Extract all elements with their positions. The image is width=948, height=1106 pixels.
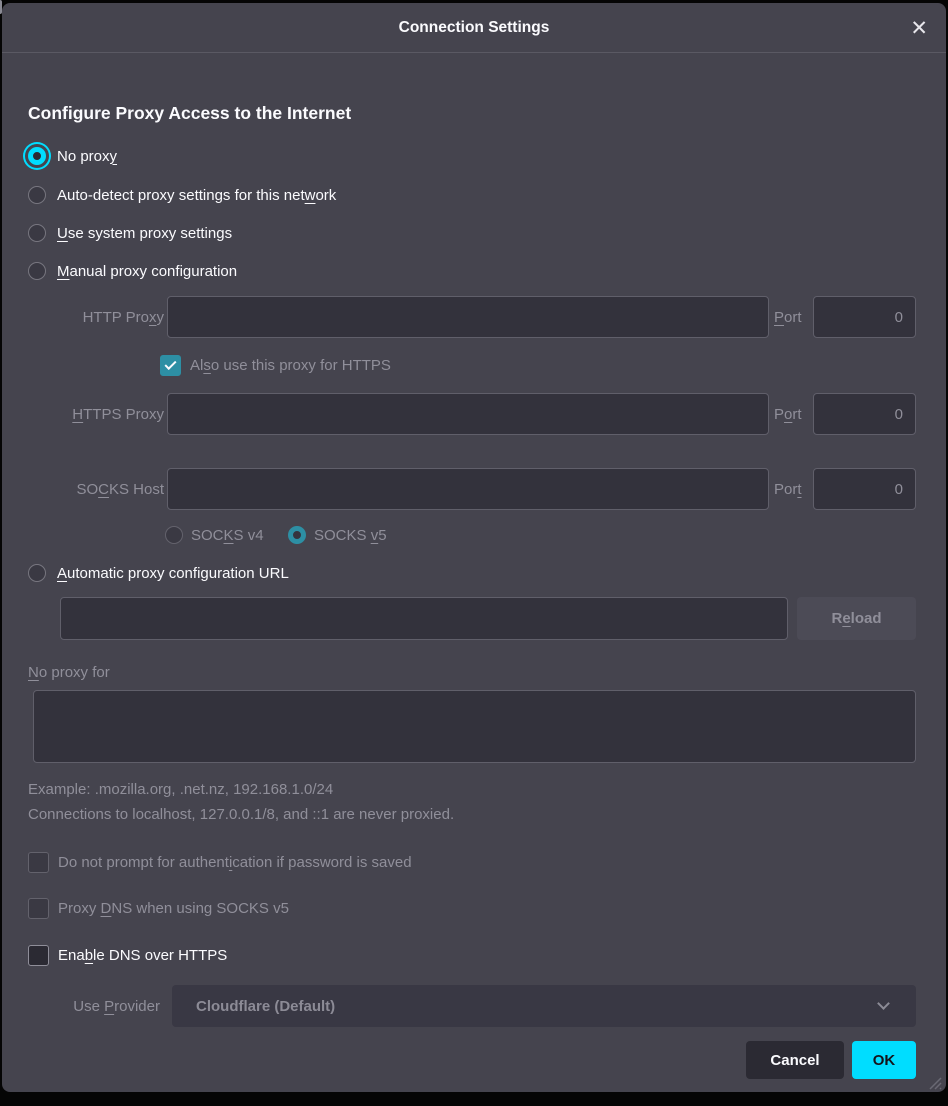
example-note: Example: .mozilla.org, .net.nz, 192.168.…	[28, 779, 333, 799]
radio-manual-proxy[interactable]	[28, 262, 46, 280]
radio-row-manual-proxy: Manual proxy configuration	[28, 259, 237, 283]
socks-host-label: SOCKS Host	[28, 468, 164, 510]
radio-socks-v5[interactable]	[288, 526, 306, 544]
radio-label-socks-v4: SOCKS v4	[191, 527, 264, 544]
radio-row-no-proxy: No proxy	[28, 144, 117, 168]
https-proxy-input[interactable]	[167, 393, 769, 435]
connection-settings-dialog: Connection Settings ✕ Configure Proxy Ac…	[2, 3, 946, 1092]
radio-socks-v4[interactable]	[165, 526, 183, 544]
also-https-checkbox[interactable]	[160, 355, 181, 376]
http-port-input[interactable]	[813, 296, 916, 338]
dialog-title: Connection Settings	[399, 19, 550, 37]
radio-label-manual-proxy: Manual proxy configuration	[57, 263, 237, 280]
socks-port-label: Port	[774, 468, 802, 510]
proxy-dns-row: Proxy DNS when using SOCKS v5	[28, 897, 289, 920]
use-provider-label: Use Provider	[28, 985, 160, 1027]
also-https-row: Also use this proxy for HTTPS	[160, 354, 391, 377]
socks-host-input[interactable]	[167, 468, 769, 510]
page-title: Configure Proxy Access to the Internet	[28, 103, 351, 124]
doh-provider-selected-value: Cloudflare (Default)	[196, 998, 335, 1015]
radio-no-proxy[interactable]	[28, 147, 46, 165]
cancel-button[interactable]: Cancel	[746, 1041, 844, 1079]
check-icon	[164, 358, 176, 370]
radio-label-auto-url: Automatic proxy configuration URL	[57, 565, 289, 582]
radio-label-system-proxy: Use system proxy settings	[57, 225, 232, 242]
chevron-down-icon	[877, 997, 890, 1010]
ok-button[interactable]: OK	[852, 1041, 916, 1079]
radio-label-socks-v5: SOCKS v5	[314, 527, 387, 544]
https-port-input[interactable]	[813, 393, 916, 435]
radio-row-auto-url: Automatic proxy configuration URL	[28, 561, 289, 585]
doh-row: Enable DNS over HTTPS	[28, 944, 227, 967]
screen-background: Connection Settings ✕ Configure Proxy Ac…	[0, 0, 948, 1106]
no-auth-prompt-label: Do not prompt for authentication if pass…	[58, 854, 412, 871]
https-port-label: Port	[774, 393, 802, 435]
no-auth-prompt-row: Do not prompt for authentication if pass…	[28, 851, 412, 874]
radio-label-no-proxy: No proxy	[57, 148, 117, 165]
socks-v5-row: SOCKS v5	[288, 523, 387, 547]
radio-auto-detect[interactable]	[28, 186, 46, 204]
no-auth-prompt-checkbox[interactable]	[28, 852, 49, 873]
no-proxy-for-label: No proxy for	[28, 661, 110, 683]
doh-provider-select[interactable]: Cloudflare (Default)	[172, 985, 916, 1027]
proxy-dns-label: Proxy DNS when using SOCKS v5	[58, 900, 289, 917]
localhost-note: Connections to localhost, 127.0.0.1/8, a…	[28, 804, 454, 824]
radio-auto-url[interactable]	[28, 564, 46, 582]
http-proxy-label: HTTP Proxy	[28, 296, 164, 338]
radio-label-auto-detect: Auto-detect proxy settings for this netw…	[57, 187, 336, 204]
radio-system-proxy[interactable]	[28, 224, 46, 242]
socks-port-input[interactable]	[813, 468, 916, 510]
http-port-label: Port	[774, 296, 802, 338]
https-proxy-label: HTTPS Proxy	[28, 393, 164, 435]
doh-checkbox[interactable]	[28, 945, 49, 966]
dialog-titlebar: Connection Settings ✕	[2, 3, 946, 53]
doh-label: Enable DNS over HTTPS	[58, 947, 227, 964]
radio-row-system-proxy: Use system proxy settings	[28, 221, 232, 245]
proxy-dns-checkbox[interactable]	[28, 898, 49, 919]
no-proxy-for-textarea[interactable]	[33, 690, 916, 763]
radio-row-auto-detect: Auto-detect proxy settings for this netw…	[28, 183, 336, 207]
close-icon[interactable]: ✕	[910, 3, 928, 53]
also-https-label: Also use this proxy for HTTPS	[190, 357, 391, 374]
resize-grip[interactable]	[927, 1075, 942, 1090]
http-proxy-input[interactable]	[167, 296, 769, 338]
auto-url-input[interactable]	[60, 597, 788, 640]
reload-button[interactable]: Reload	[797, 597, 916, 640]
socks-v4-row: SOCKS v4	[165, 523, 264, 547]
